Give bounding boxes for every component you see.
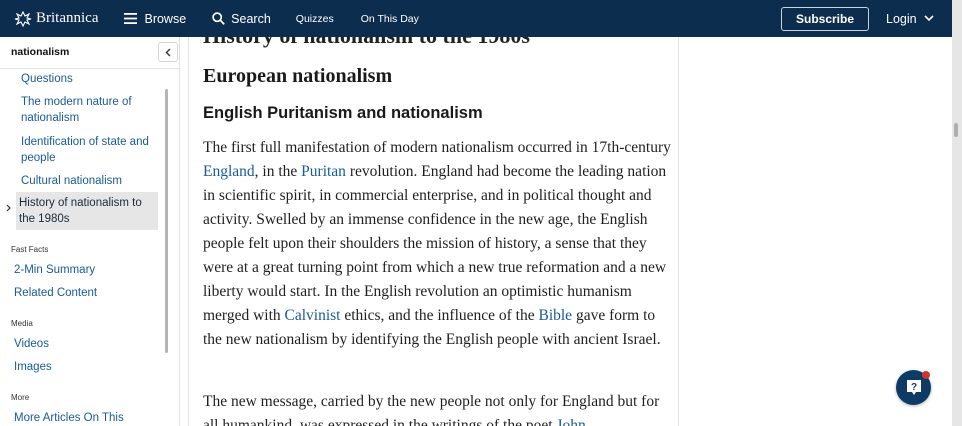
toc-item-modern-nature[interactable]: The modern nature of nationalism [21,94,146,126]
images-link[interactable]: Images [14,361,52,373]
puritan-link[interactable]: Puritan [301,163,346,180]
sidebar-header: nationalism [0,37,179,69]
paragraph-1-text-a: The first full manifestation of modern n… [203,139,671,156]
svg-text:?: ? [910,382,916,393]
search-icon [212,12,226,25]
login-button[interactable]: Login [886,0,934,37]
browse-button[interactable]: Browse [124,12,186,26]
more-heading: More [11,393,30,402]
quizzes-link[interactable]: Quizzes [296,13,334,25]
notification-dot [922,371,930,379]
subscribe-button[interactable]: Subscribe [781,7,869,31]
chevron-down-icon [924,15,934,22]
england-link[interactable]: England [203,163,255,180]
hamburger-icon [124,13,138,24]
toc-item-history[interactable]: History of nationalism to the 1980s [19,195,154,227]
thistle-icon [14,10,32,27]
login-label: Login [886,11,917,26]
paragraph-1-text-d: ethics, and the influence of the [340,307,539,324]
browse-label: Browse [144,11,187,26]
paragraph-2: The new message, carried by the new peop… [203,390,673,426]
table-of-contents-sidebar: nationalism Questions The modern nature … [0,37,180,426]
sidebar-title: nationalism [11,46,70,58]
collapse-sidebar-button[interactable] [158,42,178,62]
paragraph-1-text-c: revolution. England had become the leadi… [203,163,667,324]
search-button[interactable]: Search [212,12,271,26]
bible-link[interactable]: Bible [538,307,572,324]
toc-item-identification[interactable]: Identification of state and people [21,134,161,166]
subsection-heading: English Puritanism and nationalism [203,104,483,122]
related-content-link[interactable]: Related Content [14,287,97,299]
britannica-logo[interactable]: Britannica [14,10,98,27]
search-label: Search [231,11,271,26]
article-body: History of nationalism to the 1980s Euro… [188,37,679,426]
paragraph-1: The first full manifestation of modern n… [203,136,673,352]
media-heading: Media [11,319,33,328]
page-frame: Britannica Browse Search Quizzes On This… [0,0,952,426]
paragraph-2-text-a: The new message, carried by the new peop… [203,393,660,426]
paragraph-1-text-b: , in the [254,163,302,180]
more-articles-link[interactable]: More Articles On This [14,412,124,424]
section-heading: European nationalism [203,65,393,87]
help-question-icon: ? [906,379,921,395]
calvinist-link[interactable]: Calvinist [285,307,341,324]
top-navigation-bar: Britannica Browse Search Quizzes On This… [0,0,952,37]
two-min-summary-link[interactable]: 2-Min Summary [14,264,95,276]
brand-name: Britannica [36,10,99,26]
john-link[interactable]: John [556,417,585,426]
chevron-left-icon [165,48,171,56]
videos-link[interactable]: Videos [14,338,49,350]
sidebar-scrollbar[interactable] [165,89,168,353]
page-scrollbar-thumb[interactable] [954,123,958,137]
chevron-right-icon[interactable] [6,204,11,212]
toc-item-questions[interactable]: Questions [21,71,161,87]
fast-facts-heading: Fast Facts [11,245,49,254]
section-title-cut-off: History of nationalism to the 1980s [203,37,530,49]
toc-item-cultural-nationalism[interactable]: Cultural nationalism [21,173,161,189]
on-this-day-link[interactable]: On This Day [361,13,419,25]
